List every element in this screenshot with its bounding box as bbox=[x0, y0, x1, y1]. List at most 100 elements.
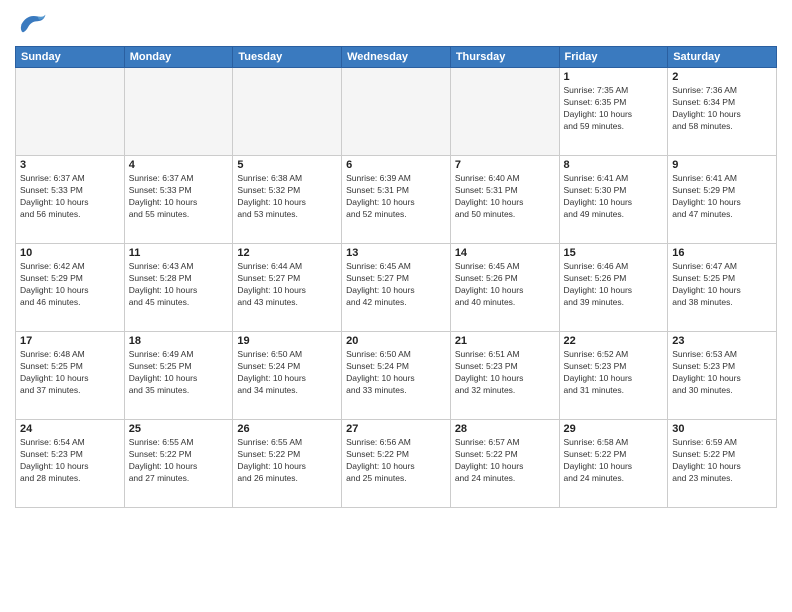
calendar-cell: 11 Sunrise: 6:43 AM Sunset: 5:28 PM Dayli… bbox=[124, 244, 233, 332]
day-number: 28 bbox=[455, 423, 555, 435]
calendar-cell bbox=[233, 68, 342, 156]
calendar-cell: 28 Sunrise: 6:57 AM Sunset: 5:22 PM Dayli… bbox=[450, 420, 559, 508]
day-info: Sunrise: 6:55 AM Sunset: 5:22 PM Dayligh… bbox=[129, 437, 229, 485]
day-number: 2 bbox=[672, 71, 772, 83]
day-number: 3 bbox=[20, 159, 120, 171]
calendar-cell: 7 Sunrise: 6:40 AM Sunset: 5:31 PM Daylig… bbox=[450, 156, 559, 244]
day-number: 20 bbox=[346, 335, 446, 347]
day-info: Sunrise: 6:40 AM Sunset: 5:31 PM Dayligh… bbox=[455, 173, 555, 221]
day-info: Sunrise: 6:37 AM Sunset: 5:33 PM Dayligh… bbox=[129, 173, 229, 221]
calendar-cell: 9Sunrise: 6:41 AM Sunset: 5:29 PM Daylig… bbox=[668, 156, 777, 244]
calendar-cell: 26Sunrise: 6:55 AM Sunset: 5:22 PM Dayli… bbox=[233, 420, 342, 508]
calendar-cell: 6Sunrise: 6:39 AM Sunset: 5:31 PM Daylig… bbox=[342, 156, 451, 244]
calendar-cell: 16 Sunrise: 6:47 AM Sunset: 5:25 PM Dayli… bbox=[668, 244, 777, 332]
day-number: 14 bbox=[455, 247, 555, 259]
day-number: 18 bbox=[129, 335, 229, 347]
calendar-cell: 29 Sunrise: 6:58 AM Sunset: 5:22 PM Dayli… bbox=[559, 420, 668, 508]
day-number: 17 bbox=[20, 335, 120, 347]
day-info: Sunrise: 6:54 AM Sunset: 5:23 PM Dayligh… bbox=[20, 437, 120, 485]
calendar-header-sunday: Sunday bbox=[16, 47, 125, 68]
calendar-cell: 5 Sunrise: 6:38 AM Sunset: 5:32 PM Daylig… bbox=[233, 156, 342, 244]
calendar-header-friday: Friday bbox=[559, 47, 668, 68]
calendar-cell: 25Sunrise: 6:55 AM Sunset: 5:22 PM Dayli… bbox=[124, 420, 233, 508]
day-info: Sunrise: 6:50 AM Sunset: 5:24 PM Dayligh… bbox=[237, 349, 337, 397]
calendar-cell: 30 Sunrise: 6:59 AM Sunset: 5:22 PM Dayli… bbox=[668, 420, 777, 508]
day-info: Sunrise: 7:35 AM Sunset: 6:35 PM Dayligh… bbox=[564, 85, 664, 133]
calendar-header-tuesday: Tuesday bbox=[233, 47, 342, 68]
calendar-cell: 4 Sunrise: 6:37 AM Sunset: 5:33 PM Daylig… bbox=[124, 156, 233, 244]
day-number: 6 bbox=[346, 159, 446, 171]
day-info: Sunrise: 6:48 AM Sunset: 5:25 PM Dayligh… bbox=[20, 349, 120, 397]
calendar-cell: 17 Sunrise: 6:48 AM Sunset: 5:25 PM Dayli… bbox=[16, 332, 125, 420]
calendar-cell: 3 Sunrise: 6:37 AM Sunset: 5:33 PM Daylig… bbox=[16, 156, 125, 244]
header bbox=[15, 10, 777, 38]
day-number: 23 bbox=[672, 335, 772, 347]
logo bbox=[15, 10, 51, 38]
calendar-cell: 1 Sunrise: 7:35 AM Sunset: 6:35 PM Daylig… bbox=[559, 68, 668, 156]
day-number: 11 bbox=[129, 247, 229, 259]
calendar-header-row: SundayMondayTuesdayWednesdayThursdayFrid… bbox=[16, 47, 777, 68]
day-info: Sunrise: 6:42 AM Sunset: 5:29 PM Dayligh… bbox=[20, 261, 120, 309]
day-number: 29 bbox=[564, 423, 664, 435]
calendar-week-4: 17 Sunrise: 6:48 AM Sunset: 5:25 PM Dayli… bbox=[16, 332, 777, 420]
calendar-cell: 22 Sunrise: 6:52 AM Sunset: 5:23 PM Dayli… bbox=[559, 332, 668, 420]
day-info: Sunrise: 6:53 AM Sunset: 5:23 PM Dayligh… bbox=[672, 349, 772, 397]
calendar-week-1: 1 Sunrise: 7:35 AM Sunset: 6:35 PM Daylig… bbox=[16, 68, 777, 156]
day-info: Sunrise: 6:41 AM Sunset: 5:30 PM Dayligh… bbox=[564, 173, 664, 221]
calendar-cell: 8 Sunrise: 6:41 AM Sunset: 5:30 PM Daylig… bbox=[559, 156, 668, 244]
calendar-cell: 19 Sunrise: 6:50 AM Sunset: 5:24 PM Dayli… bbox=[233, 332, 342, 420]
day-number: 16 bbox=[672, 247, 772, 259]
calendar-cell: 23 Sunrise: 6:53 AM Sunset: 5:23 PM Dayli… bbox=[668, 332, 777, 420]
day-info: Sunrise: 6:56 AM Sunset: 5:22 PM Dayligh… bbox=[346, 437, 446, 485]
day-info: Sunrise: 6:45 AM Sunset: 5:26 PM Dayligh… bbox=[455, 261, 555, 309]
calendar-cell: 14 Sunrise: 6:45 AM Sunset: 5:26 PM Dayli… bbox=[450, 244, 559, 332]
calendar-cell: 15 Sunrise: 6:46 AM Sunset: 5:26 PM Dayli… bbox=[559, 244, 668, 332]
day-number: 15 bbox=[564, 247, 664, 259]
day-number: 21 bbox=[455, 335, 555, 347]
day-info: Sunrise: 6:47 AM Sunset: 5:25 PM Dayligh… bbox=[672, 261, 772, 309]
day-number: 1 bbox=[564, 71, 664, 83]
calendar-cell: 27Sunrise: 6:56 AM Sunset: 5:22 PM Dayli… bbox=[342, 420, 451, 508]
day-info: Sunrise: 6:51 AM Sunset: 5:23 PM Dayligh… bbox=[455, 349, 555, 397]
calendar-cell: 21 Sunrise: 6:51 AM Sunset: 5:23 PM Dayli… bbox=[450, 332, 559, 420]
day-number: 5 bbox=[237, 159, 337, 171]
day-number: 30 bbox=[672, 423, 772, 435]
day-info: Sunrise: 6:46 AM Sunset: 5:26 PM Dayligh… bbox=[564, 261, 664, 309]
calendar-cell: 24 Sunrise: 6:54 AM Sunset: 5:23 PM Dayli… bbox=[16, 420, 125, 508]
day-number: 24 bbox=[20, 423, 120, 435]
day-info: Sunrise: 7:36 AM Sunset: 6:34 PM Dayligh… bbox=[672, 85, 772, 133]
day-number: 13 bbox=[346, 247, 446, 259]
day-number: 10 bbox=[20, 247, 120, 259]
day-info: Sunrise: 6:43 AM Sunset: 5:28 PM Dayligh… bbox=[129, 261, 229, 309]
day-number: 26 bbox=[237, 423, 337, 435]
calendar-cell bbox=[124, 68, 233, 156]
day-number: 22 bbox=[564, 335, 664, 347]
day-number: 19 bbox=[237, 335, 337, 347]
day-info: Sunrise: 6:58 AM Sunset: 5:22 PM Dayligh… bbox=[564, 437, 664, 485]
calendar-week-5: 24 Sunrise: 6:54 AM Sunset: 5:23 PM Dayli… bbox=[16, 420, 777, 508]
day-number: 4 bbox=[129, 159, 229, 171]
day-info: Sunrise: 6:45 AM Sunset: 5:27 PM Dayligh… bbox=[346, 261, 446, 309]
calendar: SundayMondayTuesdayWednesdayThursdayFrid… bbox=[15, 46, 777, 508]
calendar-cell: 2 Sunrise: 7:36 AM Sunset: 6:34 PM Daylig… bbox=[668, 68, 777, 156]
day-number: 7 bbox=[455, 159, 555, 171]
calendar-header-thursday: Thursday bbox=[450, 47, 559, 68]
day-info: Sunrise: 6:38 AM Sunset: 5:32 PM Dayligh… bbox=[237, 173, 337, 221]
day-info: Sunrise: 6:44 AM Sunset: 5:27 PM Dayligh… bbox=[237, 261, 337, 309]
calendar-header-saturday: Saturday bbox=[668, 47, 777, 68]
day-number: 8 bbox=[564, 159, 664, 171]
day-info: Sunrise: 6:37 AM Sunset: 5:33 PM Dayligh… bbox=[20, 173, 120, 221]
calendar-cell: 13 Sunrise: 6:45 AM Sunset: 5:27 PM Dayli… bbox=[342, 244, 451, 332]
day-number: 12 bbox=[237, 247, 337, 259]
day-info: Sunrise: 6:57 AM Sunset: 5:22 PM Dayligh… bbox=[455, 437, 555, 485]
calendar-week-3: 10 Sunrise: 6:42 AM Sunset: 5:29 PM Dayli… bbox=[16, 244, 777, 332]
day-info: Sunrise: 6:59 AM Sunset: 5:22 PM Dayligh… bbox=[672, 437, 772, 485]
day-info: Sunrise: 6:52 AM Sunset: 5:23 PM Dayligh… bbox=[564, 349, 664, 397]
calendar-cell bbox=[342, 68, 451, 156]
page: SundayMondayTuesdayWednesdayThursdayFrid… bbox=[0, 0, 792, 612]
calendar-header-monday: Monday bbox=[124, 47, 233, 68]
calendar-header-wednesday: Wednesday bbox=[342, 47, 451, 68]
day-info: Sunrise: 6:50 AM Sunset: 5:24 PM Dayligh… bbox=[346, 349, 446, 397]
day-info: Sunrise: 6:49 AM Sunset: 5:25 PM Dayligh… bbox=[129, 349, 229, 397]
calendar-cell: 20 Sunrise: 6:50 AM Sunset: 5:24 PM Dayli… bbox=[342, 332, 451, 420]
